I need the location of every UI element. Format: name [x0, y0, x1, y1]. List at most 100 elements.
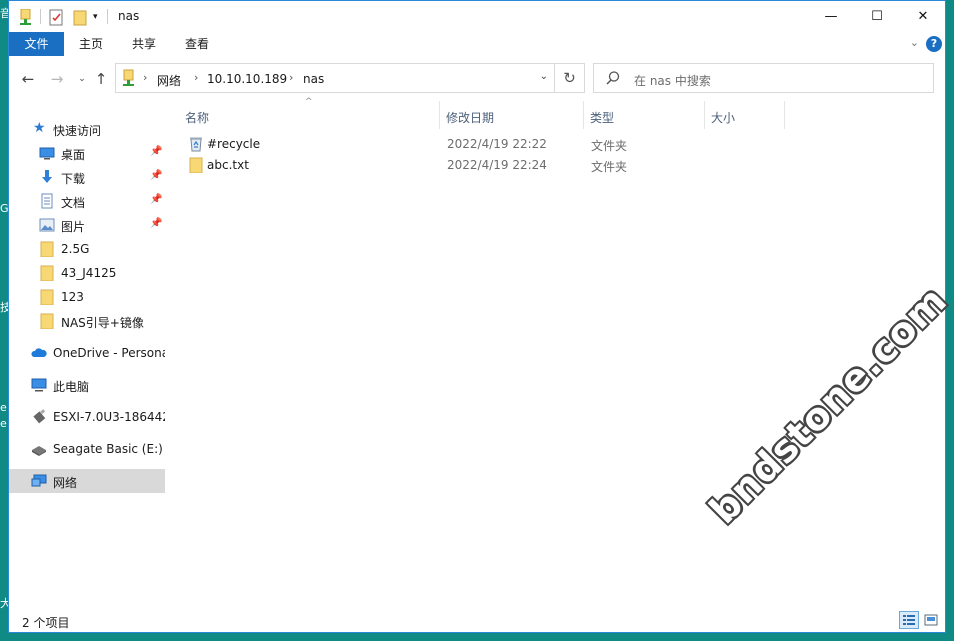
- status-item-count: 2 个项目: [22, 616, 70, 630]
- nav-item-nas-boot[interactable]: NAS引导+镜像: [9, 309, 165, 333]
- download-icon: [42, 170, 52, 183]
- maximize-button[interactable]: ☐: [854, 1, 900, 32]
- address-dropdown-icon[interactable]: ⌄: [540, 71, 548, 82]
- nav-network[interactable]: 网络: [9, 469, 165, 493]
- nav-item-43-j4125[interactable]: 43_J4125: [9, 261, 165, 285]
- nav-item-documents[interactable]: 文档 📌: [9, 189, 165, 213]
- computer-icon: [31, 378, 47, 392]
- nav-item-downloads[interactable]: 下载 📌: [9, 165, 165, 189]
- details-view-icon: [903, 615, 915, 625]
- nav-label: OneDrive - Persona: [53, 346, 165, 360]
- desktop-fragment: 音: [0, 7, 11, 20]
- window-title: nas: [118, 9, 140, 23]
- folder-icon: [189, 157, 203, 173]
- documents-icon: [41, 193, 53, 209]
- breadcrumb-network[interactable]: 网络: [157, 72, 181, 89]
- details-view-button[interactable]: [899, 611, 919, 629]
- column-header-type[interactable]: 类型: [584, 103, 704, 129]
- desktop-fragment: 技: [0, 301, 11, 314]
- pin-icon: 📌: [150, 218, 163, 229]
- pin-icon: 📌: [150, 194, 163, 205]
- refresh-button[interactable]: ↻: [555, 63, 585, 93]
- properties-icon[interactable]: [19, 8, 33, 26]
- nav-label: 桌面: [61, 148, 86, 162]
- pin-icon: 📌: [150, 170, 163, 181]
- breadcrumb-separator[interactable]: ›: [194, 71, 198, 84]
- column-header-size[interactable]: 大小: [705, 103, 785, 129]
- tab-share[interactable]: 共享: [122, 32, 166, 56]
- file-type: 文件夹: [591, 160, 628, 174]
- desktop-fragment: G: [0, 202, 9, 215]
- checklist-icon[interactable]: [49, 8, 64, 26]
- nav-external-drive[interactable]: Seagate Basic (E:): [9, 437, 165, 461]
- watermark-text: bndstone.com: [701, 277, 954, 533]
- star-icon: ★: [33, 120, 46, 136]
- nav-label: 图片: [61, 220, 86, 234]
- breadcrumb-separator[interactable]: ›: [289, 71, 293, 84]
- large-icons-view-icon: [924, 614, 938, 626]
- file-type: 文件夹: [591, 139, 628, 153]
- navigation-pane: ★ 快速访问 桌面 📌 下载 📌 文档 📌 图片 📌 2.5G 43_J4125…: [9, 101, 167, 501]
- nav-this-pc[interactable]: 此电脑: [9, 373, 165, 397]
- new-folder-icon[interactable]: [73, 8, 87, 26]
- nav-quick-access[interactable]: ★ 快速访问: [9, 117, 165, 141]
- explorer-window: ▾ nas — ☐ ✕ 文件 主页 共享 查看 ⌄ ? ← → ⌄ ↑ › 网络…: [8, 0, 954, 633]
- network-location-icon: [122, 69, 136, 90]
- nav-label: 快速访问: [53, 124, 102, 138]
- search-icon: [606, 71, 620, 85]
- nav-label: 下载: [61, 172, 86, 186]
- file-name: #recycle: [207, 137, 261, 151]
- nav-label: Seagate Basic (E:): [53, 442, 163, 456]
- nav-label: ESXI-7.0U3-186442: [53, 410, 165, 424]
- minimize-button[interactable]: —: [808, 1, 854, 32]
- breadcrumb-host[interactable]: 10.10.10.189: [207, 72, 287, 86]
- chevron-down-icon[interactable]: ⌄: [910, 36, 919, 49]
- usb-drive-icon: [33, 409, 46, 424]
- file-row[interactable]: #recycle 2022/4/19 22:22 文件夹: [179, 134, 759, 156]
- nav-item-2-5g[interactable]: 2.5G: [9, 237, 165, 261]
- nav-label: 2.5G: [61, 242, 90, 256]
- breadcrumb-separator[interactable]: ›: [143, 71, 147, 84]
- ribbon-tabs: 文件 主页 共享 查看 ⌄ ?: [9, 32, 945, 56]
- cloud-icon: [31, 348, 47, 357]
- breadcrumb-nas[interactable]: nas: [303, 72, 324, 86]
- address-bar[interactable]: › 网络 › 10.10.10.189 › nas ⌄: [115, 63, 555, 93]
- nav-usb-drive[interactable]: ESXI-7.0U3-186442: [9, 405, 165, 429]
- hard-drive-icon: [32, 446, 46, 456]
- back-button[interactable]: ←: [16, 67, 40, 91]
- desktop-fragment: e: [0, 401, 7, 414]
- title-bar: ▾ nas — ☐ ✕: [9, 1, 945, 32]
- folder-icon: [40, 241, 54, 257]
- nav-label: 文档: [61, 196, 86, 210]
- network-icon: [31, 474, 47, 487]
- column-header-name[interactable]: 名称: [179, 103, 439, 129]
- file-name: abc.txt: [207, 158, 249, 172]
- folder-icon: [40, 265, 54, 281]
- nav-label: NAS引导+镜像: [61, 316, 144, 330]
- pictures-icon: [39, 218, 55, 232]
- tab-view[interactable]: 查看: [175, 32, 219, 56]
- up-button[interactable]: ↑: [89, 67, 113, 91]
- nav-item-123[interactable]: 123: [9, 285, 165, 309]
- help-icon[interactable]: ?: [926, 36, 942, 52]
- desktop-icon: [39, 147, 55, 160]
- close-button[interactable]: ✕: [900, 1, 946, 32]
- tab-home[interactable]: 主页: [69, 32, 113, 56]
- recycle-folder-icon: [190, 137, 202, 152]
- nav-label: 网络: [53, 476, 78, 490]
- customize-toolbar-icon[interactable]: ▾: [93, 8, 98, 26]
- nav-item-desktop[interactable]: 桌面 📌: [9, 141, 165, 165]
- tab-file[interactable]: 文件: [9, 32, 64, 56]
- nav-item-pictures[interactable]: 图片 📌: [9, 213, 165, 237]
- nav-label: 43_J4125: [61, 266, 117, 280]
- file-row[interactable]: abc.txt 2022/4/19 22:24 文件夹: [179, 155, 759, 177]
- folder-icon: [40, 313, 54, 329]
- search-box[interactable]: 在 nas 中搜索: [593, 63, 934, 93]
- nav-label: 此电脑: [53, 380, 90, 394]
- search-placeholder: 在 nas 中搜索: [634, 74, 711, 88]
- large-icons-view-button[interactable]: [921, 611, 941, 629]
- column-header-date[interactable]: 修改日期: [440, 103, 583, 129]
- nav-label: 123: [61, 290, 84, 304]
- nav-onedrive[interactable]: OneDrive - Persona: [9, 341, 165, 365]
- forward-button[interactable]: →: [45, 67, 69, 91]
